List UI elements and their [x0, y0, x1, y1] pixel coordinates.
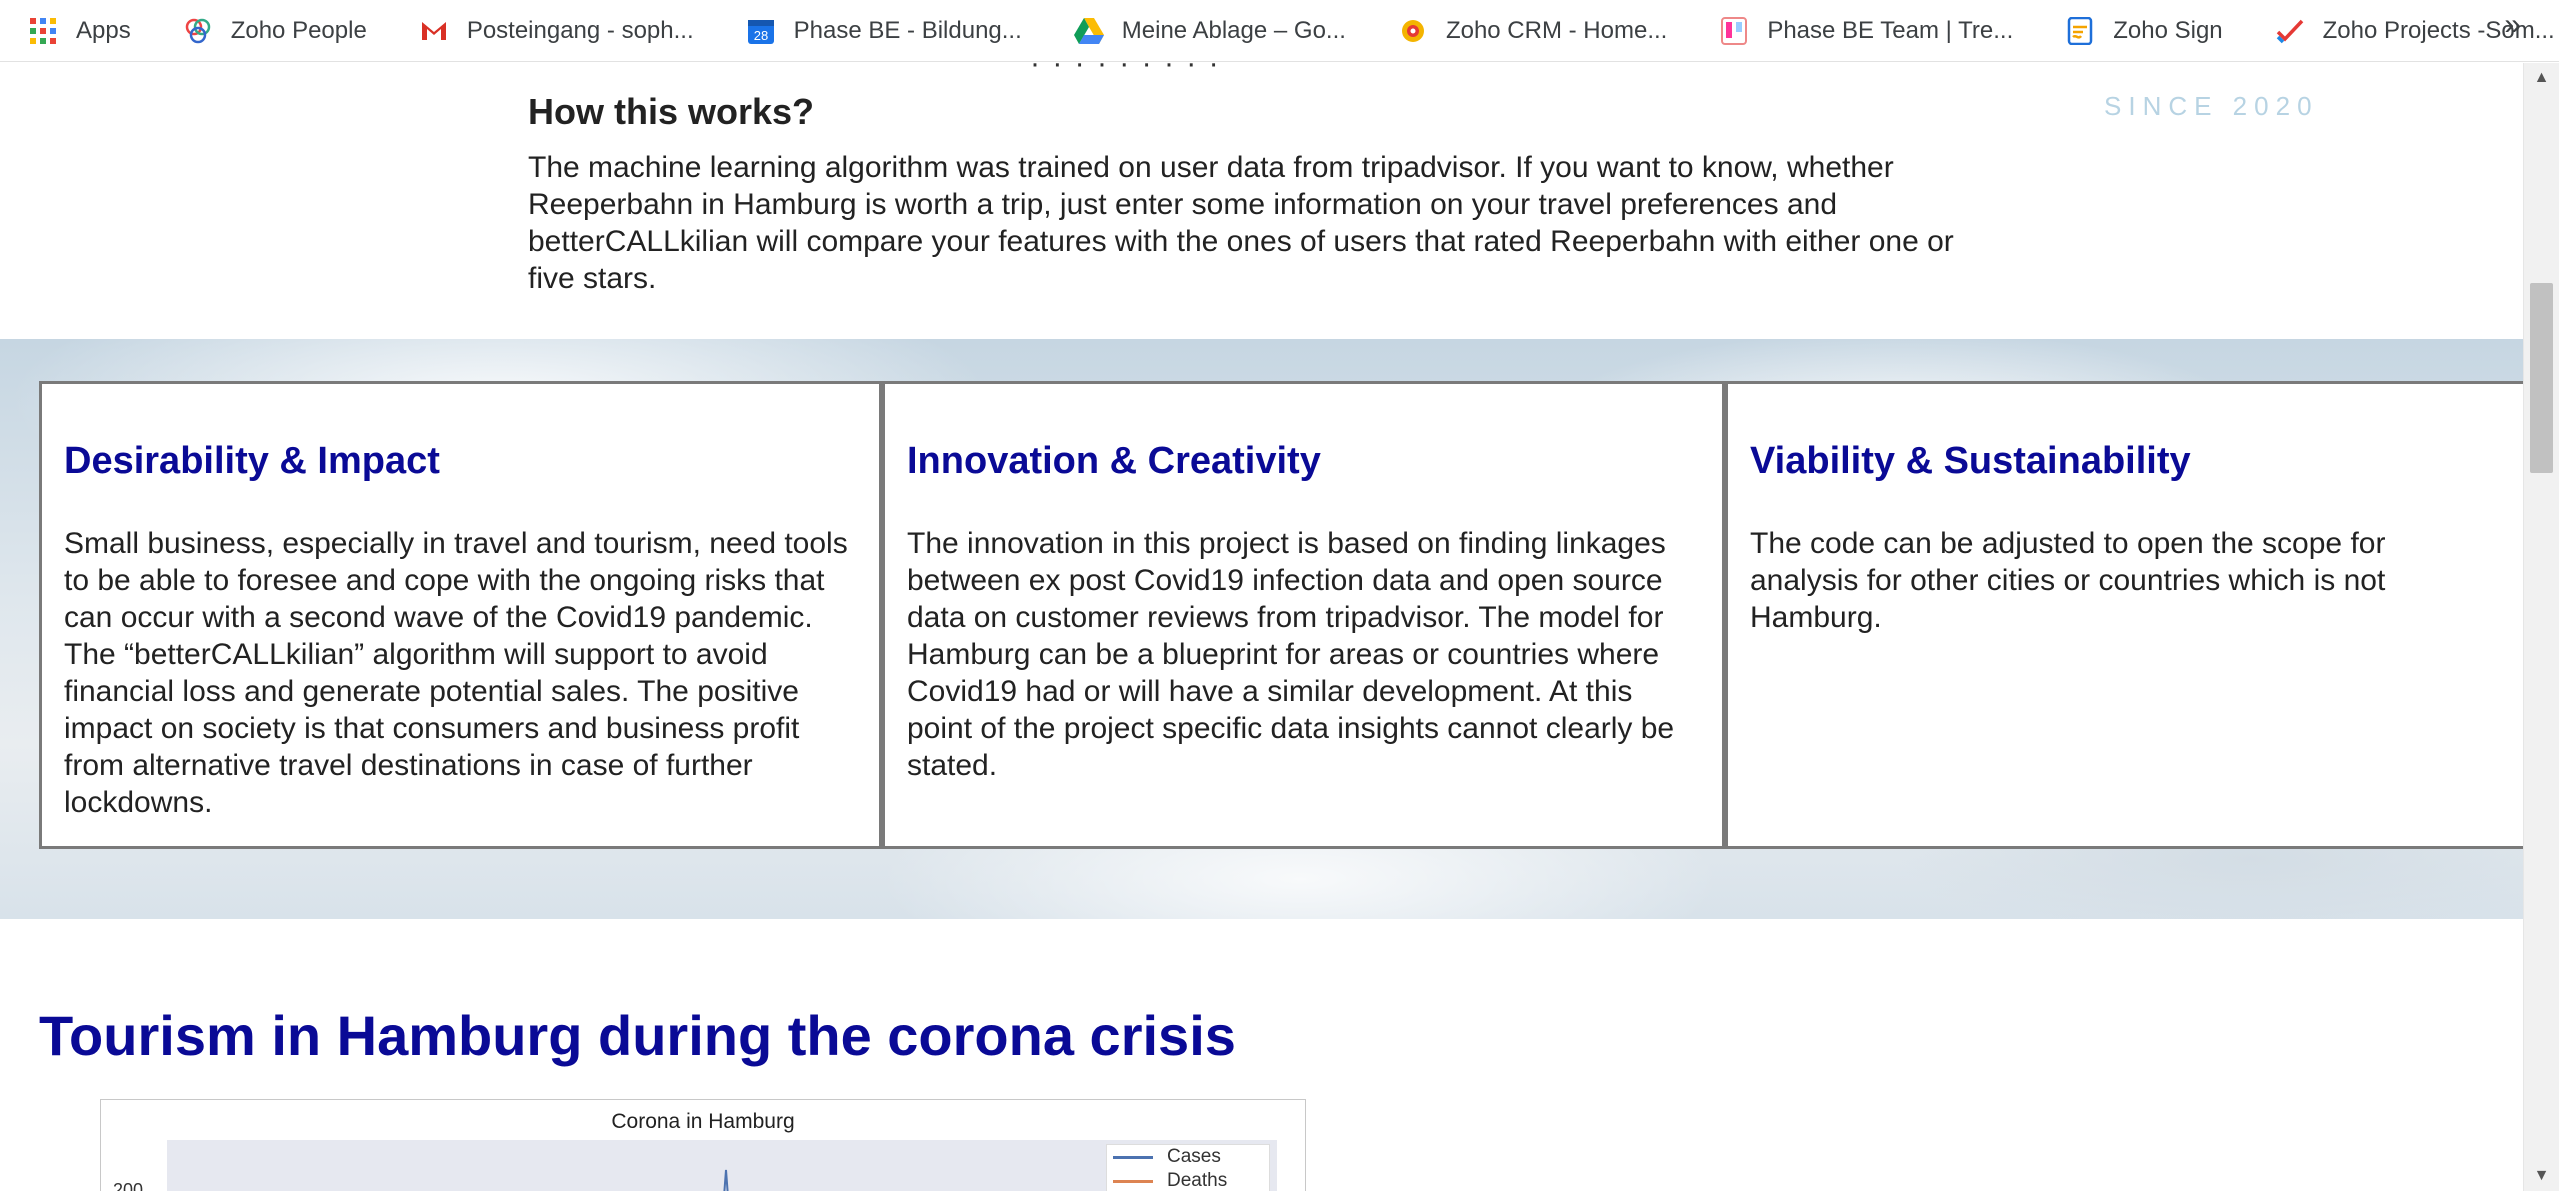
bookmark-google-drive[interactable]: Meine Ablage – Go... [1070, 9, 1360, 53]
bookmark-label: Zoho Sign [2113, 16, 2223, 44]
legend-line [1113, 1155, 1153, 1159]
apps-grid-icon [28, 16, 58, 46]
how-it-works-text: The machine learning algorithm was train… [528, 151, 1954, 295]
bookmark-apps[interactable]: Apps [24, 9, 145, 53]
scroll-up-arrow-icon[interactable]: ▲ [2524, 63, 2559, 93]
legend-label: Cases [1167, 1146, 1221, 1167]
bookmark-label: Phase BE Team | Tre... [1767, 16, 2014, 44]
legend-label: Deaths [1167, 1170, 1228, 1191]
bookmark-label: Posteingang - soph... [466, 16, 694, 44]
bookmark-phase-be-calendar[interactable]: 28 Phase BE - Bildung... [742, 9, 1036, 53]
bookmark-label: Zoho People [230, 16, 367, 44]
y-tick-label: 200 [113, 1180, 144, 1191]
card-title: Viability & Sustainability [1750, 440, 2191, 482]
zoho-sign-icon [2065, 16, 2095, 46]
card-text: The code can be adjusted to open the sco… [1750, 527, 2386, 634]
bookmark-label: Zoho CRM - Home... [1445, 16, 1668, 44]
card-innovation: Innovation & Creativity The innovation i… [882, 381, 1725, 849]
bookmark-zoho-crm[interactable]: Zoho CRM - Home... [1394, 9, 1681, 53]
corona-chart: Corona in Hamburg 200 Cases Deaths [100, 1099, 1306, 1191]
calendar-badge: 28 [753, 28, 767, 43]
bookmark-label: Phase BE - Bildung... [793, 16, 1022, 44]
zoho-projects-icon [2275, 16, 2305, 46]
google-drive-icon [1073, 16, 1104, 46]
bookmark-zoho-people[interactable]: Zoho People [179, 9, 381, 53]
card-text: The innovation in this project is based … [907, 527, 1675, 782]
chart-title: Corona in Hamburg [611, 1110, 795, 1133]
section-title: Tourism in Hamburg during the corona cri… [39, 1004, 1236, 1067]
zoho-crm-icon [1398, 16, 1428, 46]
bookmark-trello[interactable]: Phase BE Team | Tre... [1715, 9, 2027, 53]
card-text: Small business, especially in travel and… [64, 527, 848, 819]
bookmark-label: Meine Ablage – Go... [1121, 16, 1346, 44]
since-label: SINCE 2020 [2104, 91, 2319, 121]
zoho-people-icon [183, 16, 213, 46]
legend-line [1113, 1179, 1153, 1183]
bookmark-label: Apps [76, 16, 131, 44]
bookmarks-bar: Apps Zoho People Posteingang - soph... 2… [0, 0, 2559, 62]
bookmark-gmail[interactable]: Posteingang - soph... [415, 9, 708, 53]
legend-entry-cases: Cases [1107, 1145, 1269, 1169]
cases-spike-2 [723, 1169, 729, 1191]
cutoff-text: · · · · · · · · · [1030, 63, 1221, 80]
card-desirability: Desirability & Impact Small business, es… [39, 381, 882, 849]
card-title: Desirability & Impact [64, 440, 440, 482]
page-content: · · · · · · · · · SINCE 2020 How this wo… [0, 63, 2524, 1191]
chart-legend: Cases Deaths [1106, 1144, 1270, 1191]
legend-entry-deaths: Deaths [1107, 1169, 1269, 1191]
scroll-down-arrow-icon[interactable]: ▼ [2524, 1161, 2559, 1191]
scrollbar-thumb[interactable] [2530, 283, 2553, 473]
card-viability: Viability & Sustainability The code can … [1725, 381, 2524, 849]
vertical-scrollbar[interactable]: ▲ ▼ [2523, 63, 2559, 1191]
how-it-works-heading: How this works? [528, 91, 815, 132]
gmail-icon [419, 16, 449, 46]
bookmarks-overflow-button[interactable]: » [2504, 8, 2521, 42]
trello-icon [1719, 16, 1749, 46]
card-title: Innovation & Creativity [907, 440, 1321, 482]
bookmark-zoho-sign[interactable]: Zoho Sign [2061, 9, 2236, 53]
calendar-icon: 28 [746, 16, 776, 46]
feature-cards: Desirability & Impact Small business, es… [39, 381, 2524, 849]
